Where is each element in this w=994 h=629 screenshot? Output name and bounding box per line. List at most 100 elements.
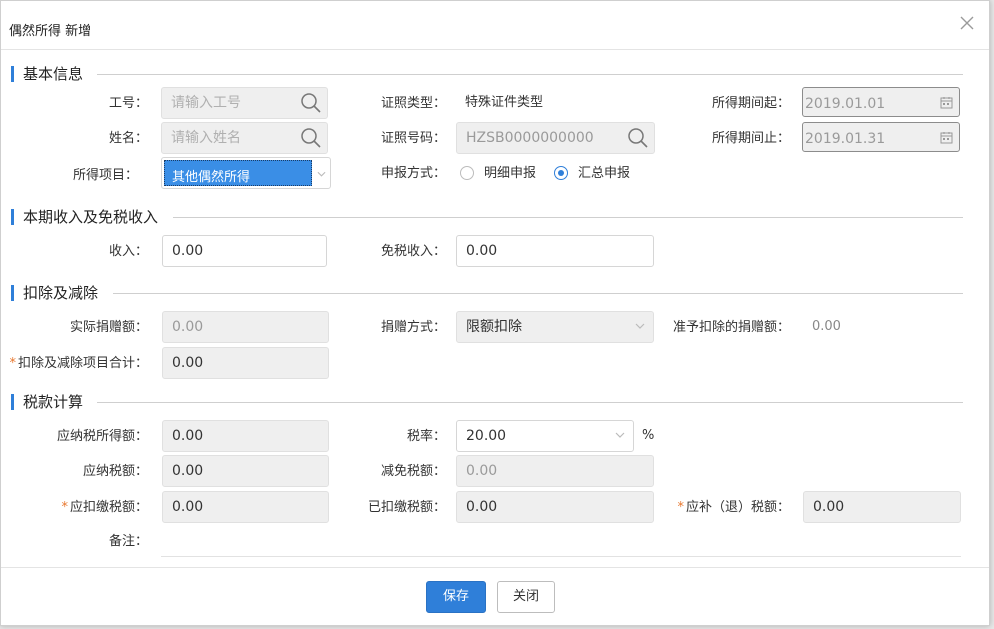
exempt-income-input[interactable]: 0.00 <box>456 235 654 267</box>
section-marker <box>11 66 14 82</box>
dialog-titlebar: 偶然所得 新增 <box>1 1 989 50</box>
period-start-input[interactable]: 2019.01.01 <box>802 87 960 117</box>
calendar-icon[interactable] <box>940 131 953 144</box>
id-type-label: 证照类型： <box>380 96 446 111</box>
income-value: 0.00 <box>172 243 204 259</box>
close-icon[interactable] <box>957 13 977 33</box>
section-marker <box>11 285 14 301</box>
name-label: 姓名： <box>108 131 148 146</box>
tax-payable-label: 应纳税额： <box>82 464 148 479</box>
period-end-label: 所得期间止： <box>711 131 790 146</box>
required-mark: * <box>677 500 684 515</box>
donation-method-label: 捐赠方式： <box>380 320 446 335</box>
donation-method-value: 限额扣除 <box>466 319 522 335</box>
period-start-value: 2019.01.01 <box>805 96 886 112</box>
report-method-label: 申报方式： <box>380 166 446 181</box>
tax-withheld-input[interactable]: 0.00 <box>456 491 654 523</box>
emp-no-placeholder: 请输入工号 <box>171 95 241 111</box>
search-icon[interactable] <box>626 126 650 150</box>
tax-withhold-value: 0.00 <box>172 499 204 515</box>
section-income-header: 本期收入及免税收入 <box>11 208 963 226</box>
required-mark: * <box>9 356 16 371</box>
allowed-donation-value: 0.00 <box>812 319 841 334</box>
taxable-income-input[interactable]: 0.00 <box>162 420 329 452</box>
period-end-input[interactable]: 2019.01.31 <box>802 122 960 152</box>
tax-rate-select[interactable]: 20.00 <box>456 420 634 452</box>
deduction-total-input[interactable]: 0.00 <box>162 347 329 379</box>
tax-refund-label: * 应补（退）税额： <box>677 500 790 515</box>
search-icon[interactable] <box>299 91 323 115</box>
tax-relief-value: 0.00 <box>466 463 498 479</box>
tax-relief-input[interactable]: 0.00 <box>456 455 654 487</box>
notes-input-line[interactable] <box>161 556 961 557</box>
emp-no-label: 工号： <box>108 96 148 111</box>
id-type-value: 特殊证件类型 <box>465 95 544 110</box>
taxable-income-label: 应纳税所得额： <box>56 429 148 444</box>
name-input[interactable]: 请输入姓名 <box>161 122 328 154</box>
donation-method-select[interactable]: 限额扣除 <box>456 311 654 343</box>
required-mark: * <box>61 500 68 515</box>
id-no-input[interactable]: HZSB0000000000 <box>456 122 655 154</box>
close-button[interactable]: 关闭 <box>497 581 555 613</box>
exempt-income-value: 0.00 <box>466 243 498 259</box>
report-summary-label[interactable]: 汇总申报 <box>578 166 630 182</box>
item-label: 所得项目： <box>72 168 138 183</box>
donation-input[interactable]: 0.00 <box>162 311 329 343</box>
report-detail-label[interactable]: 明细申报 <box>484 166 536 182</box>
tax-rate-value: 20.00 <box>466 428 507 444</box>
chevron-down-icon <box>317 171 326 177</box>
tax-refund-value: 0.00 <box>813 499 845 515</box>
calendar-icon[interactable] <box>940 96 953 109</box>
dialog-footer: 保存 关闭 <box>1 567 989 626</box>
dialog-title: 偶然所得 新增 <box>9 24 92 39</box>
id-no-value: HZSB0000000000 <box>466 130 594 146</box>
tax-refund-input[interactable]: 0.00 <box>803 491 961 523</box>
item-select-value: 其他偶然所得 <box>172 170 251 185</box>
emp-no-input[interactable]: 请输入工号 <box>161 87 328 119</box>
income-input[interactable]: 0.00 <box>162 235 327 267</box>
notes-label: 备注： <box>108 534 148 549</box>
report-detail-radio[interactable] <box>460 166 474 180</box>
allowed-donation-label: 准予扣除的捐赠额： <box>672 320 790 335</box>
section-basic-header: 基本信息 <box>11 65 963 83</box>
section-tax-title: 税款计算 <box>23 393 84 411</box>
section-basic-title: 基本信息 <box>23 65 84 83</box>
section-divider <box>97 402 963 403</box>
donation-label: 实际捐赠额： <box>69 320 148 335</box>
section-marker <box>11 394 14 410</box>
tax-withheld-label: 已扣缴税额： <box>367 500 446 515</box>
tax-payable-input[interactable]: 0.00 <box>162 455 329 487</box>
deduction-total-value: 0.00 <box>172 355 204 371</box>
taxable-income-value: 0.00 <box>172 428 204 444</box>
section-tax-header: 税款计算 <box>11 393 963 411</box>
section-divider <box>113 293 963 294</box>
item-select[interactable]: 其他偶然所得 <box>161 157 331 189</box>
tax-relief-label: 减免税额： <box>380 464 446 479</box>
donation-value: 0.00 <box>172 319 204 335</box>
tax-withhold-label: * 应扣缴税额： <box>61 500 148 515</box>
tax-payable-value: 0.00 <box>172 463 204 479</box>
tax-rate-unit: % <box>642 428 655 443</box>
tax-withheld-value: 0.00 <box>466 499 498 515</box>
tax-withhold-input[interactable]: 0.00 <box>162 491 329 523</box>
tax-rate-label: 税率： <box>406 429 446 444</box>
section-deduction-title: 扣除及减除 <box>23 284 99 302</box>
period-start-label: 所得期间起： <box>711 96 790 111</box>
deduction-total-label: * 扣除及减除项目合计： <box>9 356 148 371</box>
chevron-down-icon <box>635 323 645 329</box>
id-no-label: 证照号码： <box>380 131 446 146</box>
dialog: 偶然所得 新增 基本信息 工号： 请输入工号 姓名： 请输入姓名 所得项目： 其… <box>0 0 990 626</box>
chevron-down-icon <box>615 432 625 438</box>
save-button[interactable]: 保存 <box>426 581 486 613</box>
section-divider <box>97 74 963 75</box>
section-deduction-header: 扣除及减除 <box>11 284 963 302</box>
section-marker <box>11 209 14 225</box>
exempt-income-label: 免税收入： <box>380 244 446 259</box>
name-placeholder: 请输入姓名 <box>171 130 241 146</box>
income-label: 收入： <box>108 244 148 259</box>
search-icon[interactable] <box>299 126 323 150</box>
section-divider <box>173 217 963 218</box>
section-income-title: 本期收入及免税收入 <box>23 208 159 226</box>
report-summary-radio[interactable] <box>554 166 568 180</box>
period-end-value: 2019.01.31 <box>805 131 886 147</box>
